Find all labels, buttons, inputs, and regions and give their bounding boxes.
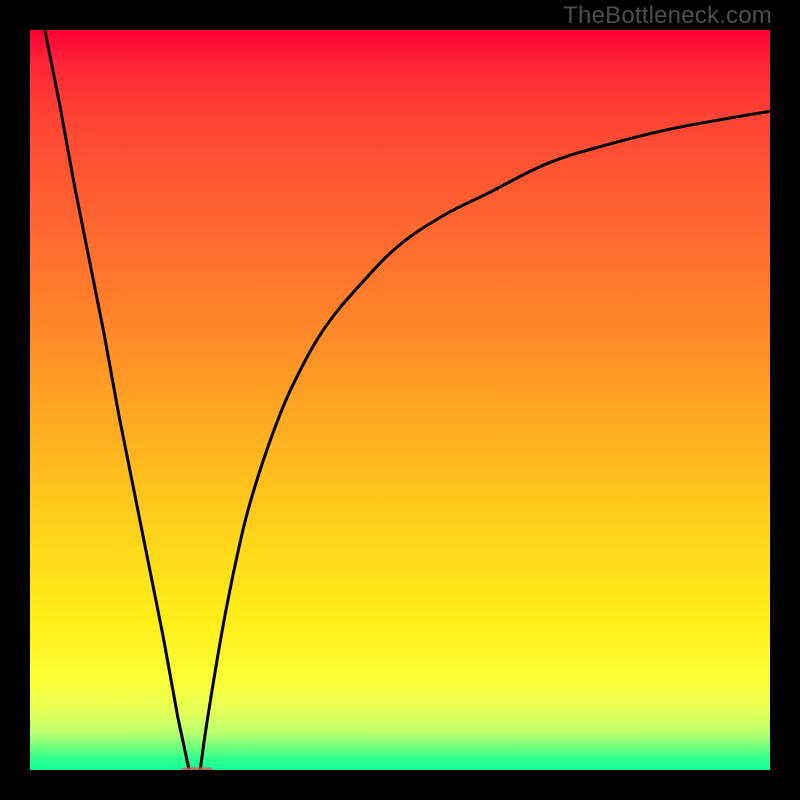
chart-frame: TheBottleneck.com (0, 0, 800, 800)
watermark-text: TheBottleneck.com (563, 2, 772, 30)
curve-right-segment (200, 111, 770, 770)
curve-layer (30, 30, 770, 770)
curve-left-segment (45, 30, 189, 770)
plot-area (30, 30, 770, 770)
minimum-marker (179, 767, 215, 770)
